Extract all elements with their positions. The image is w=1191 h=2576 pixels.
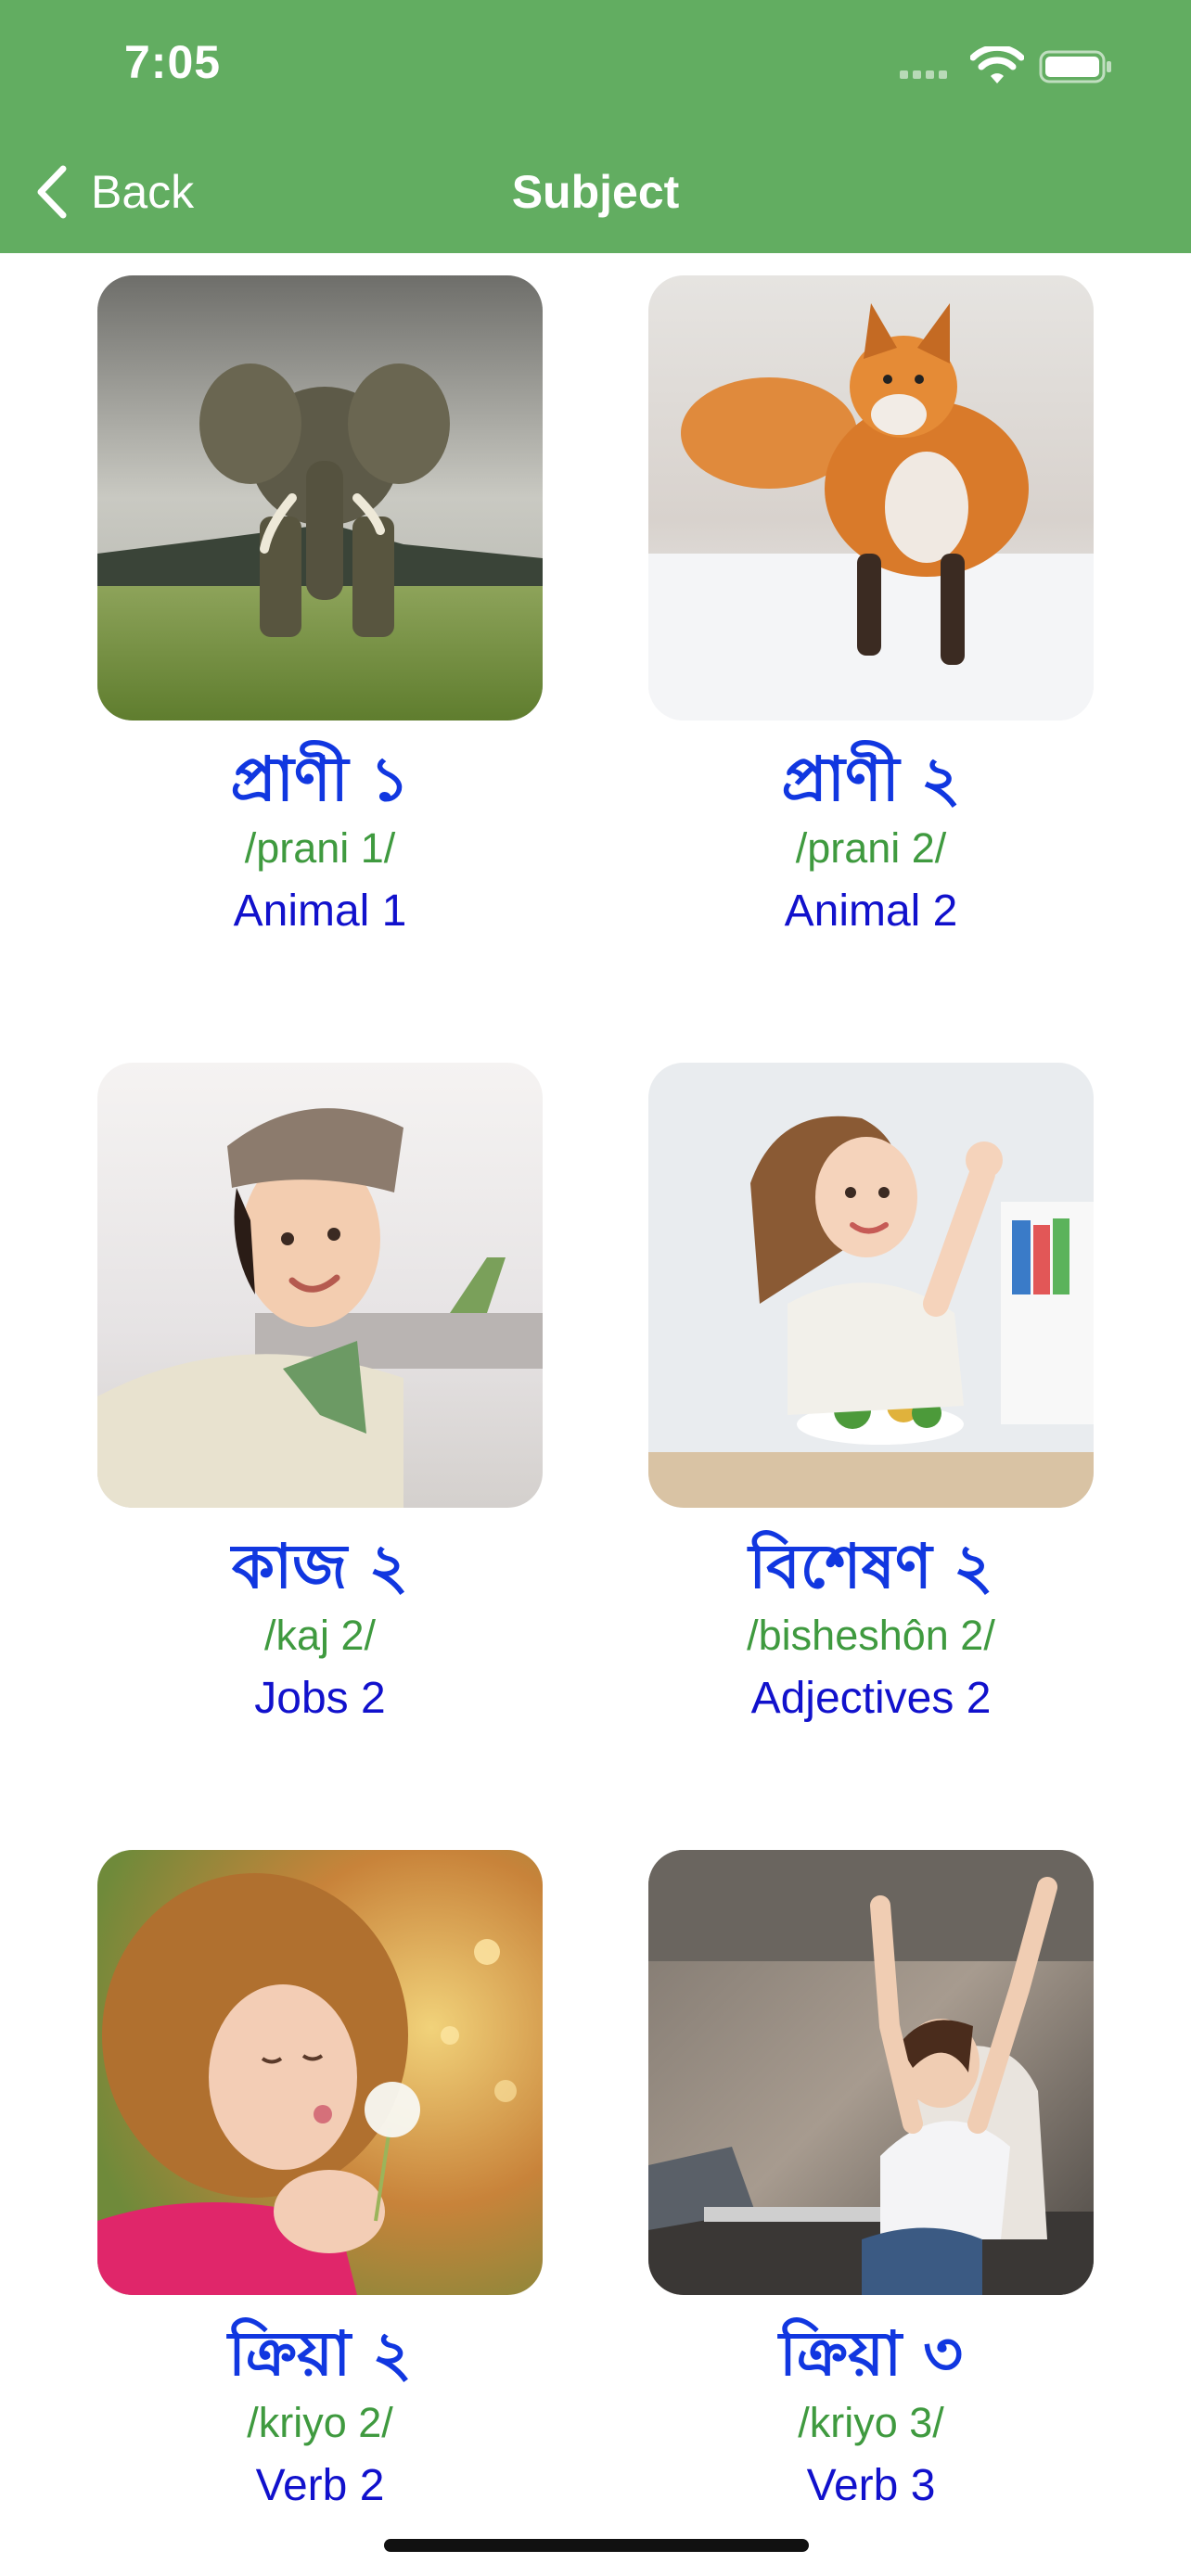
subject-transliteration: /kriyo 2/: [247, 2399, 393, 2446]
cellular-signal-icon: [900, 65, 952, 83]
flight-attendant-image: [97, 1063, 543, 1508]
subject-card-animal-1[interactable]: প্রাণী ১ /prani 1/ Animal 1: [96, 275, 544, 939]
subject-english-title: Adjectives 2: [750, 1674, 992, 1723]
subject-card-jobs-2[interactable]: কাজ ২ /kaj 2/ Jobs 2: [96, 1063, 544, 1727]
subject-card-animal-2[interactable]: প্রাণী ২ /prani 2/ Animal 2: [647, 275, 1095, 939]
subject-transliteration: /kriyo 3/: [798, 2399, 944, 2446]
subject-english-title: Verb 3: [806, 2461, 936, 2510]
fox-image: [648, 275, 1094, 721]
subject-english-title: Jobs 2: [254, 1674, 386, 1723]
subject-bengali-title: ক্রিয়া ৩: [779, 2317, 963, 2390]
subject-card-verb-3[interactable]: ক্রিয়া ৩ /kriyo 3/ Verb 3: [647, 1850, 1095, 2514]
subject-card-verb-2[interactable]: ক্রিয়া ২ /kriyo 2/ Verb 2: [96, 1850, 544, 2514]
subject-transliteration: /bisheshôn 2/: [747, 1612, 995, 1659]
wifi-icon: [970, 46, 1024, 83]
subject-bengali-title: কাজ ২: [231, 1530, 409, 1602]
subject-english-title: Animal 2: [784, 886, 958, 936]
girl-blowing-dandelion-image: [97, 1850, 543, 2295]
page-title: Subject: [511, 166, 680, 218]
subject-bengali-title: ক্রিয়া ২: [228, 2317, 412, 2390]
subject-card-adjectives-2[interactable]: বিশেষণ ২ /bisheshôn 2/ Adjectives 2: [647, 1063, 1095, 1727]
subject-transliteration: /prani 2/: [795, 824, 947, 872]
subject-bengali-title: বিশেষণ ২: [749, 1530, 993, 1602]
status-time: 7:05: [124, 36, 222, 88]
subject-transliteration: /kaj 2/: [263, 1612, 377, 1659]
subject-bengali-title: প্রাণী ১: [230, 743, 410, 815]
subject-english-title: Verb 2: [255, 2461, 385, 2510]
subject-english-title: Animal 1: [233, 886, 407, 936]
battery-icon: [1039, 50, 1111, 83]
girl-thumbs-up-image: [648, 1063, 1094, 1508]
woman-stretching-image: [648, 1850, 1094, 2295]
subject-bengali-title: প্রাণী ২: [781, 743, 961, 815]
elephant-image: [97, 275, 543, 721]
subject-transliteration: /prani 1/: [244, 824, 396, 872]
navigation-header: 7:05 Back Subject: [0, 0, 1191, 253]
home-indicator[interactable]: [384, 2539, 809, 2552]
